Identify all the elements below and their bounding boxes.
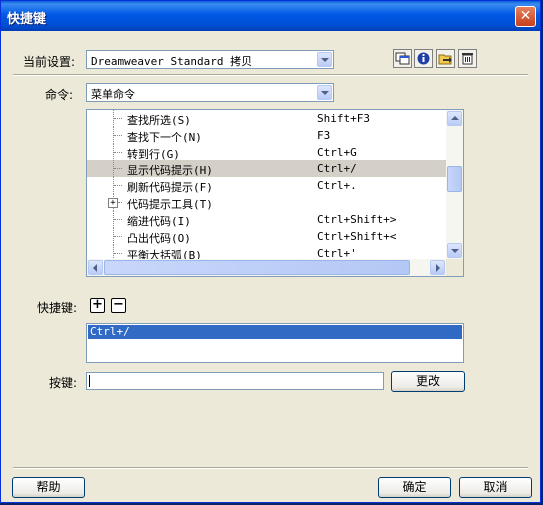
tree-row[interactable]: 刷新代码提示(F) Ctrl+. — [87, 177, 447, 194]
current-set-label: 当前设置: — [23, 55, 76, 69]
cancel-button[interactable]: 取消 — [459, 477, 532, 498]
help-button[interactable]: 帮助 — [12, 477, 85, 498]
chevron-down-icon[interactable] — [317, 52, 332, 67]
duplicate-set-button[interactable] — [393, 49, 412, 68]
info-button[interactable] — [414, 49, 433, 68]
keypress-input[interactable] — [86, 372, 384, 390]
tree-row[interactable]: 查找所选(S) Shift+F3 — [87, 110, 447, 127]
commands-value: 菜单命令 — [91, 88, 135, 101]
command-tree[interactable]: 查找所选(S) Shift+F3 查找下一个(N) F3 转到行(G) Ctrl+G … — [86, 109, 464, 277]
change-button[interactable]: 更改 — [391, 371, 465, 392]
export-icon — [438, 54, 452, 65]
current-set-value: Dreamweaver Standard 拷贝 — [91, 55, 253, 68]
shortcuts-label: 快捷键: — [37, 301, 78, 315]
shortcut-dialog: 快捷键 ✕ 当前设置: Dreamweaver Standard 拷贝 命令: … — [0, 0, 541, 503]
current-set-dropdown[interactable]: Dreamweaver Standard 拷贝 — [86, 50, 334, 69]
horizontal-scroll-thumb[interactable] — [104, 260, 410, 275]
duplicate-set-icon — [395, 52, 410, 65]
title-bar[interactable]: 快捷键 ✕ — [1, 1, 540, 31]
export-button[interactable] — [436, 49, 455, 68]
remove-shortcut-button[interactable]: − — [111, 298, 126, 313]
tree-row-selected[interactable]: 显示代码提示(H) Ctrl+/ — [87, 160, 447, 177]
delete-set-button[interactable] — [458, 49, 477, 68]
shortcut-list[interactable]: Ctrl+/ — [86, 323, 464, 363]
expand-plus-icon[interactable]: + — [108, 198, 118, 208]
divider — [13, 467, 528, 469]
tree-row[interactable]: 凸出代码(O) Ctrl+Shift+< — [87, 228, 447, 245]
scroll-right-icon[interactable] — [430, 260, 445, 275]
info-icon — [417, 52, 430, 65]
window-title: 快捷键 — [7, 12, 47, 27]
horizontal-scrollbar[interactable] — [87, 259, 447, 276]
shortcut-list-item[interactable]: Ctrl+/ — [88, 325, 462, 339]
tree-row[interactable]: 查找下一个(N) F3 — [87, 127, 447, 144]
divider — [13, 74, 528, 76]
commands-label: 命令: — [45, 88, 74, 102]
scroll-up-icon[interactable] — [447, 111, 462, 126]
trash-icon — [462, 53, 473, 65]
tree-row[interactable]: + 代码提示工具(T) — [87, 194, 447, 211]
tree-row[interactable]: 缩进代码(I) Ctrl+Shift+> — [87, 211, 447, 228]
add-shortcut-button[interactable]: + — [90, 298, 105, 313]
tree-row[interactable]: 转到行(G) Ctrl+G — [87, 144, 447, 161]
ok-button[interactable]: 确定 — [378, 477, 451, 498]
chevron-down-icon[interactable] — [317, 85, 332, 100]
scroll-down-icon[interactable] — [447, 243, 462, 258]
scroll-corner — [446, 259, 463, 276]
close-button[interactable]: ✕ — [515, 6, 536, 27]
scroll-left-icon[interactable] — [88, 260, 103, 275]
vertical-scrollbar[interactable] — [446, 110, 463, 260]
vertical-scroll-thumb[interactable] — [447, 166, 462, 192]
commands-dropdown[interactable]: 菜单命令 — [86, 83, 334, 102]
keypress-label: 按键: — [49, 376, 78, 390]
